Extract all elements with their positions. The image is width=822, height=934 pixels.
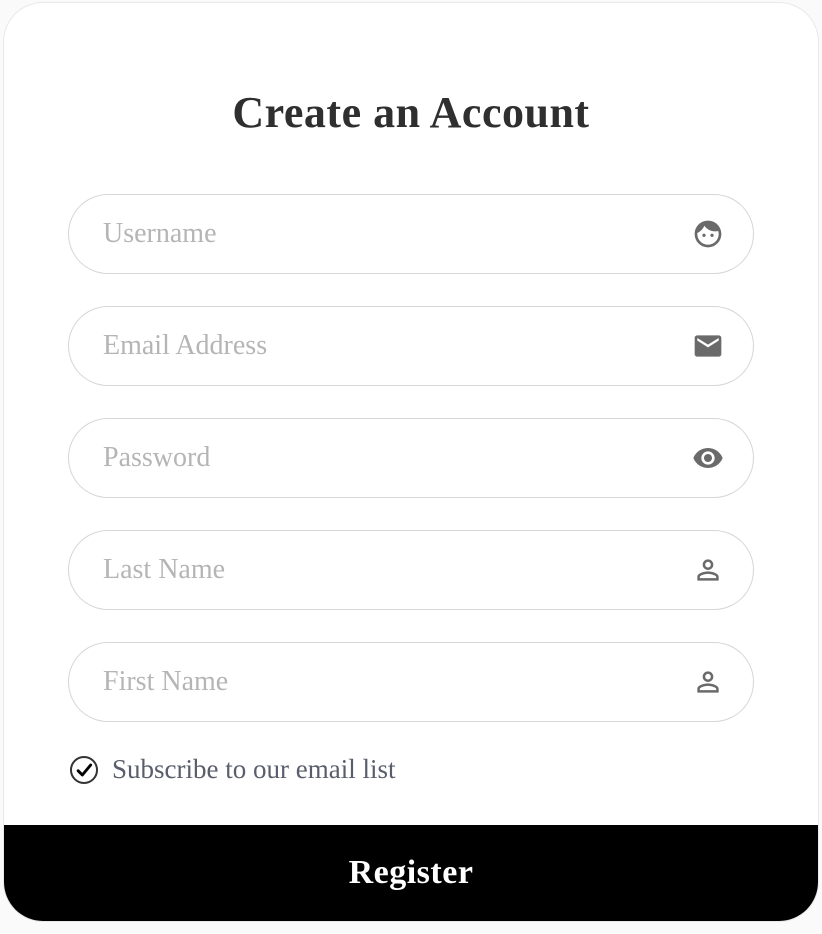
subscribe-checkbox[interactable] xyxy=(70,756,98,784)
firstname-field-wrap xyxy=(68,642,754,722)
card-body: Subscribe to our email list xyxy=(4,194,818,825)
username-input[interactable] xyxy=(68,194,754,274)
card-header: Create an Account xyxy=(4,3,818,194)
page-title: Create an Account xyxy=(44,87,778,138)
email-field-wrap xyxy=(68,306,754,386)
person-icon xyxy=(692,554,724,586)
register-button[interactable]: Register xyxy=(4,825,818,921)
firstname-input[interactable] xyxy=(68,642,754,722)
lastname-field-wrap xyxy=(68,530,754,610)
person-icon xyxy=(692,666,724,698)
password-field-wrap xyxy=(68,418,754,498)
face-icon xyxy=(692,218,724,250)
subscribe-label: Subscribe to our email list xyxy=(112,754,395,785)
mail-icon xyxy=(692,330,724,362)
password-input[interactable] xyxy=(68,418,754,498)
eye-icon[interactable] xyxy=(692,442,724,474)
username-field-wrap xyxy=(68,194,754,274)
email-input[interactable] xyxy=(68,306,754,386)
registration-card: Create an Account xyxy=(3,2,819,922)
subscribe-row: Subscribe to our email list xyxy=(68,754,754,785)
lastname-input[interactable] xyxy=(68,530,754,610)
